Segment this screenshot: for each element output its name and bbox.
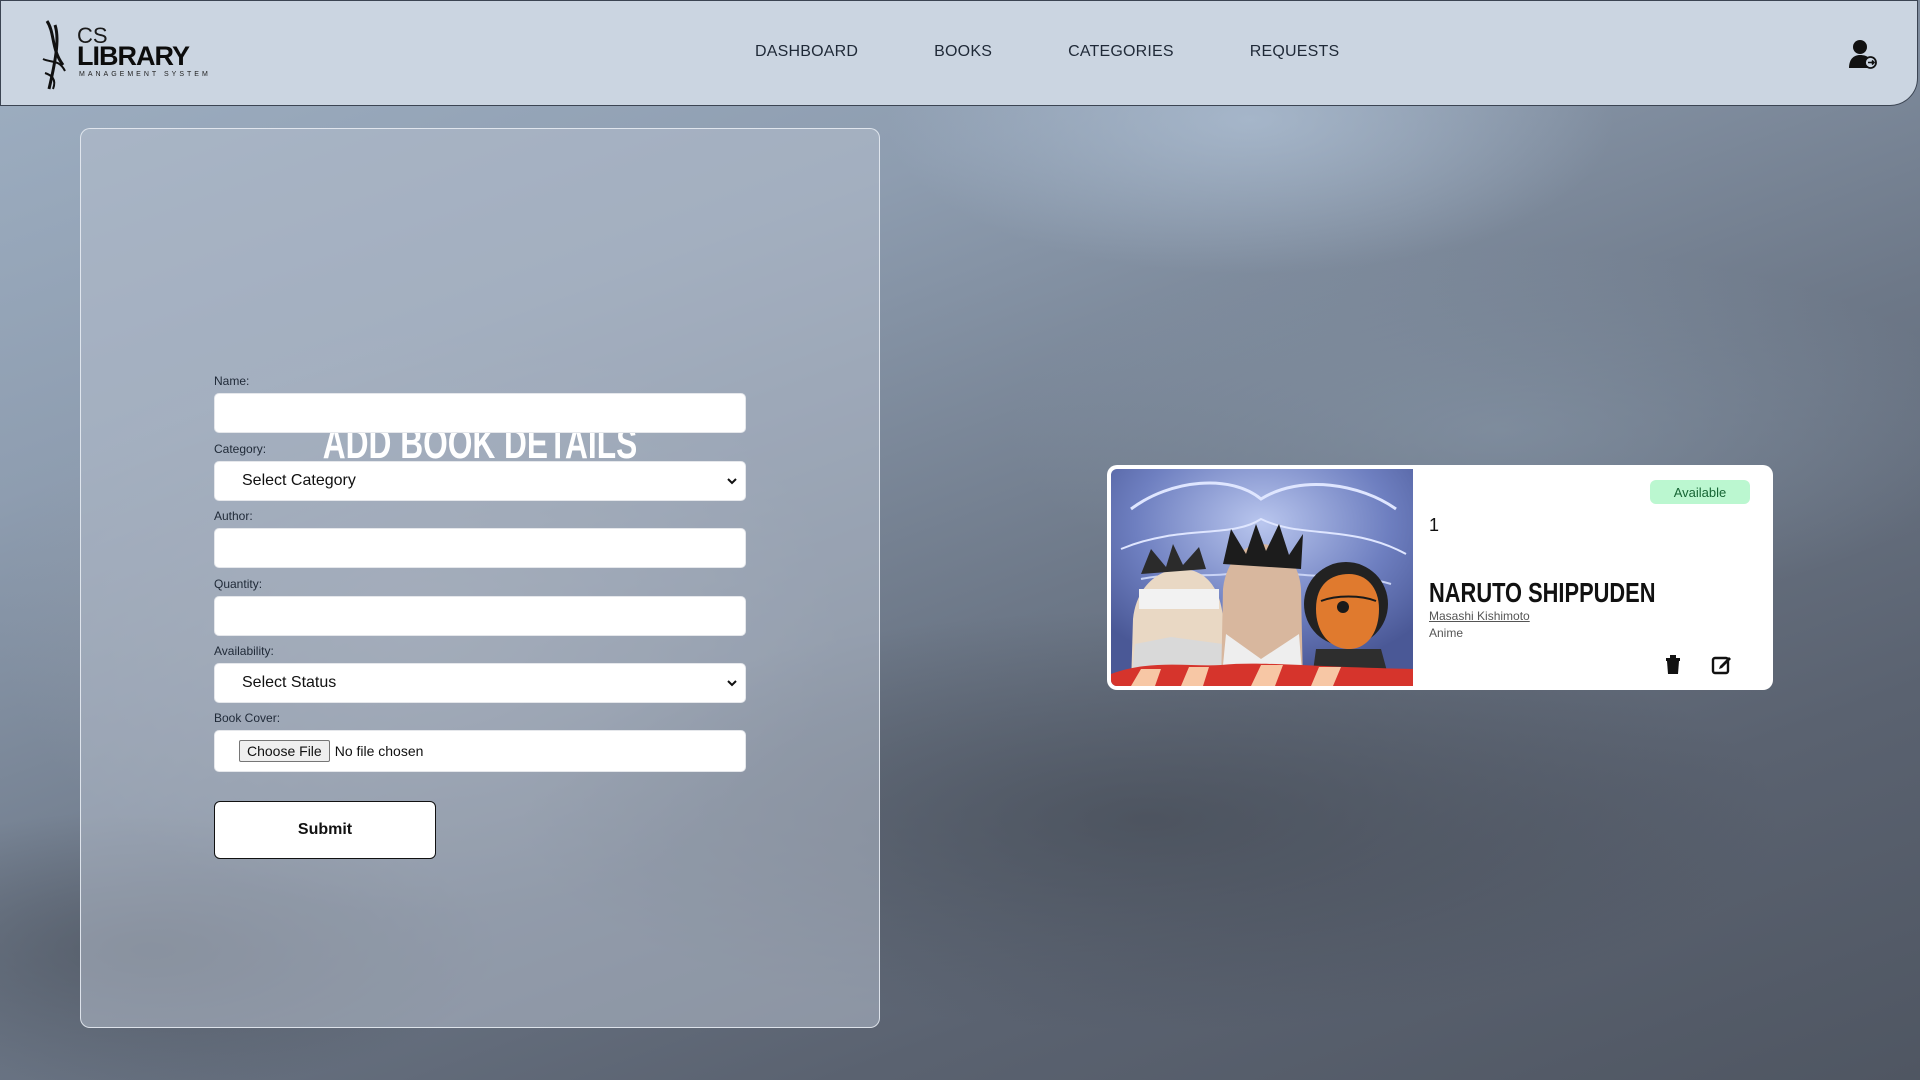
quantity-label: Quantity: [214, 577, 263, 591]
name-label: Name: [214, 374, 250, 388]
cover-file-input[interactable]: Choose File No file chosen [214, 730, 746, 772]
book-author-link[interactable]: Masashi Kishimoto [1429, 609, 1530, 623]
availability-selected: Select Status [242, 674, 337, 691]
edit-icon[interactable] [1711, 653, 1733, 675]
add-book-form: ADD BOOK DETAILS Name: Category: Select … [80, 128, 880, 1028]
availability-label: Availability: [214, 644, 274, 658]
logo-subtitle: MANAGEMENT SYSTEM [79, 71, 211, 78]
logo-library-text: LIBRARY [77, 41, 190, 71]
book-quantity: 1 [1429, 515, 1440, 535]
nav-requests[interactable]: REQUESTS [1250, 43, 1340, 61]
nav-dashboard[interactable]: DASHBOARD [755, 43, 858, 61]
quantity-input[interactable] [214, 596, 746, 636]
author-label: Author: [214, 509, 253, 523]
author-input[interactable] [214, 528, 746, 568]
navbar: CS LIBRARY MANAGEMENT SYSTEM DASHBOARD B… [0, 0, 1918, 106]
category-selected: Select Category [242, 472, 356, 489]
chevron-down-icon [727, 478, 737, 485]
book-title: NARUTO SHIPPUDEN [1429, 577, 1656, 608]
file-status: No file chosen [334, 743, 424, 759]
cover-label: Book Cover: [214, 711, 281, 725]
book-category: Anime [1429, 626, 1464, 640]
choose-file-button[interactable]: Choose File [239, 740, 330, 762]
name-input[interactable] [214, 393, 746, 433]
logo-mark-icon [42, 20, 66, 90]
availability-select[interactable]: Select Status [214, 663, 746, 703]
chevron-down-icon [727, 680, 737, 687]
submit-button[interactable]: Submit [214, 801, 436, 859]
category-label: Category: [214, 442, 267, 456]
book-card: Available 1 NARUTO SHIPPUDEN Masashi Kis… [1107, 465, 1773, 690]
logo[interactable]: CS LIBRARY MANAGEMENT SYSTEM [41, 19, 221, 91]
nav-categories[interactable]: CATEGORIES [1068, 43, 1174, 61]
nav-books[interactable]: BOOKS [934, 43, 992, 61]
book-cover-image [1111, 469, 1413, 686]
nav-links: DASHBOARD BOOKS CATEGORIES REQUESTS [755, 43, 1415, 61]
user-logout-icon[interactable] [1849, 39, 1877, 69]
trash-icon[interactable] [1662, 653, 1684, 675]
category-select[interactable]: Select Category [214, 461, 746, 501]
availability-badge: Available [1650, 480, 1750, 504]
